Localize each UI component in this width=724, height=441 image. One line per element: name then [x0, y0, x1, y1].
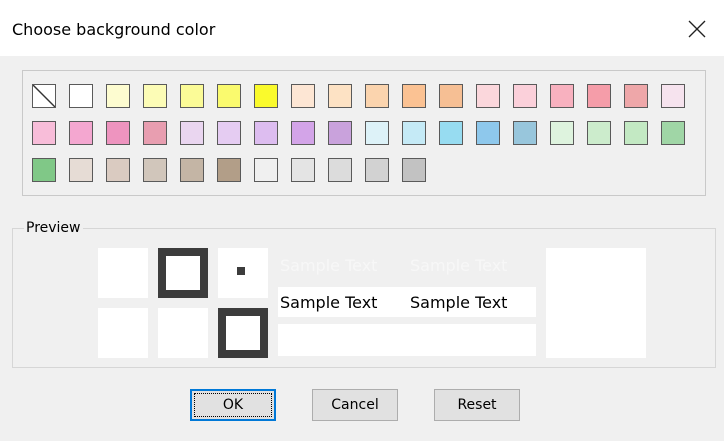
color-swatch[interactable]	[439, 84, 463, 108]
color-swatch[interactable]	[439, 121, 463, 145]
color-swatch[interactable]	[402, 158, 426, 182]
preview-plain-box	[98, 248, 148, 298]
ok-button[interactable]: OK	[190, 389, 276, 421]
color-swatch[interactable]	[402, 121, 426, 145]
color-swatch[interactable]	[180, 158, 204, 182]
color-swatch[interactable]	[32, 121, 56, 145]
color-swatch[interactable]	[254, 158, 278, 182]
preview-thick-border-box	[218, 308, 268, 358]
color-palette	[22, 70, 706, 196]
color-swatch[interactable]	[254, 84, 278, 108]
preview-sample-text-faded: Sample Text	[280, 256, 378, 275]
preview-large-box	[546, 248, 646, 358]
color-swatch[interactable]	[624, 84, 648, 108]
color-swatch[interactable]	[291, 84, 315, 108]
color-swatch[interactable]	[550, 84, 574, 108]
color-swatch[interactable]	[32, 158, 56, 182]
color-swatch[interactable]	[69, 158, 93, 182]
focus-rectangle	[194, 393, 272, 417]
color-swatch[interactable]	[217, 158, 241, 182]
color-swatch[interactable]	[254, 121, 278, 145]
color-swatch[interactable]	[180, 121, 204, 145]
color-swatch[interactable]	[180, 84, 204, 108]
cancel-button[interactable]: Cancel	[312, 389, 398, 421]
color-swatch[interactable]	[476, 121, 500, 145]
color-swatch[interactable]	[661, 84, 685, 108]
color-swatch[interactable]	[550, 121, 574, 145]
color-swatch[interactable]	[291, 158, 315, 182]
reset-button-label: Reset	[457, 397, 497, 413]
color-swatch[interactable]	[106, 121, 130, 145]
color-swatch[interactable]	[217, 121, 241, 145]
color-swatch[interactable]	[106, 84, 130, 108]
color-swatch[interactable]	[365, 158, 389, 182]
color-swatch[interactable]	[328, 158, 352, 182]
title-bar: Choose background color	[0, 0, 724, 56]
color-swatch[interactable]	[476, 84, 500, 108]
preview-blank-bar	[278, 324, 536, 356]
color-swatch[interactable]	[69, 84, 93, 108]
color-swatch[interactable]	[217, 84, 241, 108]
color-swatch[interactable]	[291, 121, 315, 145]
color-swatch[interactable]	[587, 84, 611, 108]
color-swatch[interactable]	[143, 158, 167, 182]
color-swatch[interactable]	[69, 121, 93, 145]
color-swatch[interactable]	[143, 121, 167, 145]
color-swatch-none[interactable]	[32, 84, 56, 108]
preview-label: Preview	[24, 220, 83, 236]
cancel-button-label: Cancel	[331, 397, 379, 413]
color-swatch[interactable]	[106, 158, 130, 182]
preview-sample-text-faded: Sample Text	[410, 256, 508, 275]
color-swatch[interactable]	[328, 121, 352, 145]
color-swatch[interactable]	[365, 121, 389, 145]
preview-dot	[237, 267, 245, 275]
color-swatch[interactable]	[513, 84, 537, 108]
preview-plain-box	[158, 308, 208, 358]
color-swatch[interactable]	[624, 121, 648, 145]
color-swatch[interactable]	[328, 84, 352, 108]
preview-sample-text: Sample Text	[280, 293, 378, 312]
preview-plain-box	[98, 308, 148, 358]
close-button[interactable]	[682, 14, 712, 44]
color-swatch[interactable]	[143, 84, 167, 108]
reset-button[interactable]: Reset	[434, 389, 520, 421]
color-swatch[interactable]	[587, 121, 611, 145]
color-swatch[interactable]	[661, 121, 685, 145]
color-swatch[interactable]	[513, 121, 537, 145]
preview-sample-text: Sample Text	[410, 293, 508, 312]
color-swatch[interactable]	[365, 84, 389, 108]
dialog-title: Choose background color	[12, 20, 216, 39]
preview-thick-border-box	[158, 248, 208, 298]
no-color-icon	[33, 85, 55, 107]
close-icon	[688, 20, 706, 38]
color-swatch[interactable]	[402, 84, 426, 108]
